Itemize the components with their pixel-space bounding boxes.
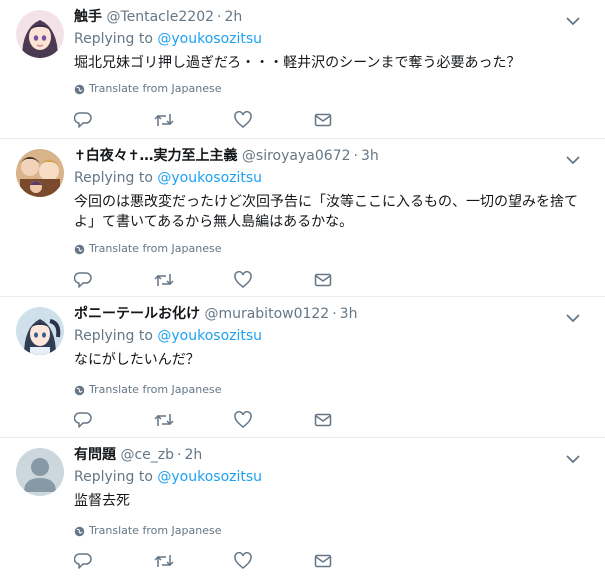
reply-button[interactable]: [74, 110, 154, 130]
like-button[interactable]: [234, 551, 314, 571]
retweet-button[interactable]: [154, 551, 234, 571]
replying-to-label: Replying to: [74, 170, 153, 186]
direct-message-button[interactable]: [314, 110, 394, 130]
replying-to-label: Replying to: [74, 31, 153, 47]
replying-to: Replying to @youkosozitsu: [74, 468, 262, 486]
reply-icon: [74, 272, 92, 288]
avatar[interactable]: [16, 307, 64, 355]
chevron-down-icon[interactable]: [565, 450, 581, 464]
envelope-icon: [314, 273, 332, 287]
replying-to-link[interactable]: @youkosozitsu: [157, 328, 262, 344]
retweet-button[interactable]: [154, 110, 234, 130]
reply-feed: 触手 @Tentacle2202 · 2h Replying to @youkoso…: [0, 0, 605, 578]
replying-to-label: Replying to: [74, 469, 153, 485]
globe-icon: [74, 526, 85, 536]
retweet-icon: [154, 114, 174, 126]
replying-to-link[interactable]: @youkosozitsu: [157, 170, 262, 186]
translate-label: Translate from Japanese: [89, 242, 222, 255]
tweet-actions: [74, 270, 394, 290]
avatar[interactable]: [16, 149, 64, 197]
globe-icon: [74, 385, 85, 395]
user-handle[interactable]: @Tentacle2202: [106, 9, 214, 25]
tweet-text: 监督去死: [74, 493, 130, 509]
tweet-header: 有問題 @ce_zb · 2h: [74, 446, 565, 464]
display-name[interactable]: ✝白夜々✝…実力至上主義: [74, 148, 237, 164]
translate-link[interactable]: Translate from Japanese: [74, 383, 221, 397]
replying-to: Replying to @youkosozitsu: [74, 169, 262, 187]
tweet-actions: [74, 110, 394, 130]
retweet-icon: [154, 274, 174, 286]
reply-button[interactable]: [74, 551, 154, 571]
chevron-down-icon[interactable]: [565, 309, 581, 323]
like-button[interactable]: [234, 270, 314, 290]
envelope-icon: [314, 554, 332, 568]
reply-button[interactable]: [74, 270, 154, 290]
timestamp[interactable]: 2h: [184, 447, 202, 463]
display-name[interactable]: 触手: [74, 9, 102, 25]
tweet[interactable]: 有問題 @ce_zb · 2h Replying to @youkosozitsu …: [0, 438, 605, 578]
tweet-actions: [74, 410, 394, 430]
tweet-header: ✝白夜々✝…実力至上主義 @siroyaya0672 · 3h: [74, 147, 565, 165]
translate-label: Translate from Japanese: [89, 383, 222, 396]
heart-icon: [234, 411, 252, 428]
avatar[interactable]: [16, 448, 64, 496]
user-handle[interactable]: @murabitow0122: [204, 306, 329, 322]
display-name[interactable]: ポニーテールお化け: [74, 306, 200, 322]
translate-link[interactable]: Translate from Japanese: [74, 242, 221, 256]
tweet[interactable]: ✝白夜々✝…実力至上主義 @siroyaya0672 · 3h Replying t…: [0, 139, 605, 297]
globe-icon: [74, 84, 85, 94]
tweet[interactable]: 触手 @Tentacle2202 · 2h Replying to @youkoso…: [0, 0, 605, 139]
heart-icon: [234, 271, 252, 288]
tweet-text: 今回のは悪改変だったけど次回予告に「汝等ここに入るもの、一切の望みを捨てよ」て書…: [74, 194, 578, 230]
timestamp[interactable]: 2h: [224, 9, 242, 25]
direct-message-button[interactable]: [314, 410, 394, 430]
translate-link[interactable]: Translate from Japanese: [74, 524, 221, 538]
replying-to-link[interactable]: @youkosozitsu: [157, 469, 262, 485]
direct-message-button[interactable]: [314, 270, 394, 290]
tweet-header: 触手 @Tentacle2202 · 2h: [74, 8, 565, 26]
display-name[interactable]: 有問題: [74, 447, 116, 463]
retweet-icon: [154, 555, 174, 567]
user-handle[interactable]: @siroyaya0672: [242, 148, 351, 164]
like-button[interactable]: [234, 110, 314, 130]
reply-icon: [74, 112, 92, 128]
separator-dot: ·: [353, 148, 358, 164]
separator-dot: ·: [217, 9, 222, 25]
translate-label: Translate from Japanese: [89, 82, 222, 95]
tweet-header: ポニーテールお化け @murabitow0122 · 3h: [74, 305, 565, 323]
reply-icon: [74, 553, 92, 569]
replying-to-link[interactable]: @youkosozitsu: [157, 31, 262, 47]
avatar[interactable]: [16, 10, 64, 58]
separator-dot: ·: [177, 447, 182, 463]
retweet-button[interactable]: [154, 410, 234, 430]
tweet-text: 堀北兄妹ゴリ押し過ぎだろ・・・軽井沢のシーンまで奪う必要あった？: [74, 55, 521, 71]
timestamp[interactable]: 3h: [340, 306, 358, 322]
timestamp[interactable]: 3h: [361, 148, 379, 164]
chevron-down-icon[interactable]: [565, 151, 581, 165]
separator-dot: ·: [332, 306, 337, 322]
reply-icon: [74, 412, 92, 428]
heart-icon: [234, 111, 252, 128]
translate-link[interactable]: Translate from Japanese: [74, 82, 221, 96]
retweet-icon: [154, 414, 174, 426]
globe-icon: [74, 244, 85, 254]
direct-message-button[interactable]: [314, 551, 394, 571]
replying-to: Replying to @youkosozitsu: [74, 30, 262, 48]
reply-button[interactable]: [74, 410, 154, 430]
translate-label: Translate from Japanese: [89, 524, 222, 537]
retweet-button[interactable]: [154, 270, 234, 290]
tweet-actions: [74, 551, 394, 571]
envelope-icon: [314, 413, 332, 427]
envelope-icon: [314, 113, 332, 127]
like-button[interactable]: [234, 410, 314, 430]
heart-icon: [234, 552, 252, 569]
user-handle[interactable]: @ce_zb: [120, 447, 174, 463]
tweet-text: なにがしたいんだ？: [74, 352, 200, 368]
replying-to-label: Replying to: [74, 328, 153, 344]
tweet[interactable]: ポニーテールお化け @murabitow0122 · 3h Replying to …: [0, 297, 605, 438]
replying-to: Replying to @youkosozitsu: [74, 327, 262, 345]
chevron-down-icon[interactable]: [565, 12, 581, 26]
